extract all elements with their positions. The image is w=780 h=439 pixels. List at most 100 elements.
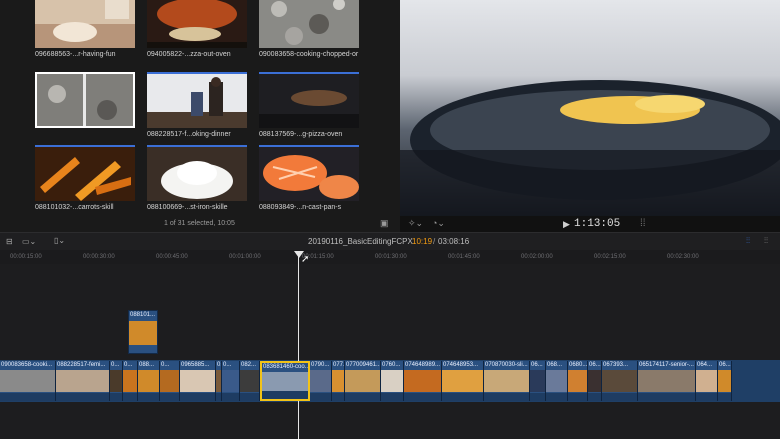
storyline-clip-audio: [381, 393, 403, 401]
storyline-clip[interactable]: 06...: [718, 361, 732, 401]
storyline-clip[interactable]: 077009461...: [345, 361, 381, 401]
browser-clip[interactable]: 090083658-cooking-chopped-or: [259, 0, 359, 58]
storyline-clip-filmstrip: [123, 370, 137, 392]
index-icon[interactable]: ⊟: [6, 237, 13, 246]
ruler-tick: 00:02:00:00: [521, 254, 553, 260]
storyline-clip-filmstrip: [568, 370, 587, 392]
storyline-clip-label: 083681460-coo...: [263, 364, 308, 370]
storyline-clip[interactable]: 077...: [332, 361, 345, 401]
play-icon[interactable]: ▶: [563, 219, 570, 230]
wand-icon[interactable]: ✧⌄: [408, 218, 423, 229]
storyline-clip-audio: [160, 393, 179, 401]
storyline-clip[interactable]: 082...: [240, 361, 260, 401]
storyline-clip-audio: [110, 393, 122, 401]
storyline-clip[interactable]: 083681460-coo...: [260, 361, 310, 401]
ruler-tick: 00:01:00:00: [229, 254, 261, 260]
storyline-clip[interactable]: 067393...: [602, 361, 638, 401]
storyline-clip-label: 06...: [589, 362, 601, 368]
clip-thumbnail: [259, 0, 359, 48]
storyline-clip[interactable]: 074648989...: [404, 361, 442, 401]
storyline-clip-filmstrip: [546, 370, 567, 392]
storyline-clip[interactable]: 070870030-sli...: [484, 361, 530, 401]
event-browser: 096688563-...r-having-fun 094005822-...zz…: [0, 0, 400, 232]
clip-thumbnail: [147, 0, 247, 48]
storyline-clip[interactable]: 088...: [138, 361, 160, 401]
browser-clip[interactable]: 088228517-f...oking-dinner: [147, 72, 247, 138]
storyline-clip-label: 06...: [531, 362, 543, 368]
storyline-clip-audio: [222, 393, 239, 401]
storyline-clip[interactable]: 0...: [222, 361, 240, 401]
speed-icon[interactable]: ◔⌄: [432, 218, 445, 229]
timeline-ruler[interactable]: 00:00:15:00 00:00:30:00 00:00:45:00 00:01:0…: [0, 250, 780, 265]
storyline-clip-audio: [530, 393, 545, 401]
storyline-clip[interactable]: 064...: [696, 361, 718, 401]
ruler-tick: 00:00:15:00: [10, 254, 42, 260]
storyline-clip-filmstrip: [530, 370, 545, 392]
storyline-clip-audio: [484, 393, 529, 401]
storyline-clip-audio: [588, 393, 601, 401]
storyline-clip-filmstrip: [345, 370, 380, 392]
storyline-clip-audio: [638, 393, 695, 401]
project-name: 20190116_BasicEditingFCPX: [308, 237, 413, 246]
timeline-area[interactable]: [0, 264, 780, 439]
browser-footer: 1 of 31 selected, 10:05 ▣: [0, 216, 400, 232]
storyline-clip-label: 074648989...: [405, 362, 441, 368]
clip-name: 088101032-...carrots-skill: [35, 204, 114, 211]
storyline-clip-audio: [718, 393, 731, 401]
browser-clip[interactable]: 088137569-...g-pizza-oven: [259, 72, 359, 138]
storyline-clip[interactable]: 0...: [110, 361, 123, 401]
storyline-clip-filmstrip: [404, 370, 441, 392]
clip-thumbnail: [259, 72, 359, 128]
audio-waveform-icon[interactable]: ⫶⫶: [746, 236, 750, 246]
storyline-clip[interactable]: 0760...: [381, 361, 404, 401]
storyline-clip[interactable]: 06...: [588, 361, 602, 401]
browser-clip[interactable]: 094005822-...zza-out-oven: [147, 0, 247, 58]
clip-thumbnail: [35, 145, 135, 201]
storyline-clip-label: 088228517-femi...: [57, 362, 106, 368]
storyline-clip[interactable]: 065174117-senior-...: [638, 361, 696, 401]
storyline-clip[interactable]: 06...: [530, 361, 546, 401]
storyline-clip[interactable]: 0...: [160, 361, 180, 401]
browser-clip[interactable]: 088100669-...st-iron-skille: [147, 145, 247, 211]
clip-thumbnail: [35, 0, 135, 48]
clip-appearance-icon[interactable]: ▣: [380, 218, 389, 229]
viewer-timecode: 1:13:05: [574, 218, 621, 230]
ruler-tick: 00:01:30:00: [375, 254, 407, 260]
clip-name: 094005822-...zza-out-oven: [147, 51, 231, 58]
storyline-clip[interactable]: 088228517-femi...: [56, 361, 110, 401]
storyline-clip[interactable]: 0680...: [568, 361, 588, 401]
storyline-clip[interactable]: 0...: [123, 361, 138, 401]
connected-clip[interactable]: 088101...: [128, 310, 158, 354]
skimming-icon[interactable]: ⫶⫶: [764, 236, 768, 246]
layout-icon[interactable]: ▭⌄: [22, 237, 36, 246]
browser-clip[interactable]: [35, 72, 135, 131]
storyline-clip-filmstrip: [138, 370, 159, 392]
storyline-clip[interactable]: 074648953...: [442, 361, 484, 401]
storyline-clip-filmstrip: [602, 370, 637, 392]
playhead[interactable]: [298, 252, 299, 439]
storyline-clip-audio: [568, 393, 587, 401]
storyline-clip-label: 077009461...: [346, 362, 380, 368]
storyline-clip-label: 0790...: [311, 362, 330, 368]
storyline-clip-label: 0760...: [382, 362, 401, 368]
storyline-clip[interactable]: 0965885...: [180, 361, 216, 401]
storyline-clip-filmstrip: [381, 370, 403, 392]
storyline-clip-audio: [240, 393, 259, 401]
browser-clip[interactable]: 088093849-...n-cast-pan-s: [259, 145, 359, 211]
storyline-clip-label: 090083658-cooki...: [1, 362, 53, 368]
clip-name: 088100669-...st-iron-skille: [147, 204, 228, 211]
storyline-clip[interactable]: 0790...: [310, 361, 332, 401]
storyline-clip-filmstrip: [110, 370, 122, 392]
storyline-clip-filmstrip: [180, 370, 215, 392]
storyline-clip[interactable]: 068...: [546, 361, 568, 401]
browser-clip[interactable]: 088101032-...carrots-skill: [35, 145, 135, 211]
storyline-clip-audio: [310, 393, 331, 401]
storyline-clip-filmstrip: [484, 370, 529, 392]
tool-icon[interactable]: ▯⌄: [54, 236, 65, 245]
timeline-duration: 03:08:16: [438, 237, 470, 246]
browser-clip[interactable]: 096688563-...r-having-fun: [35, 0, 135, 58]
clip-thumbnail: [147, 72, 247, 128]
storyline-clip[interactable]: 090083658-cooki...: [0, 361, 56, 401]
storyline-clip-label: 067393...: [603, 362, 629, 368]
fullscreen-icon[interactable]: ⁞⁞: [640, 218, 646, 229]
